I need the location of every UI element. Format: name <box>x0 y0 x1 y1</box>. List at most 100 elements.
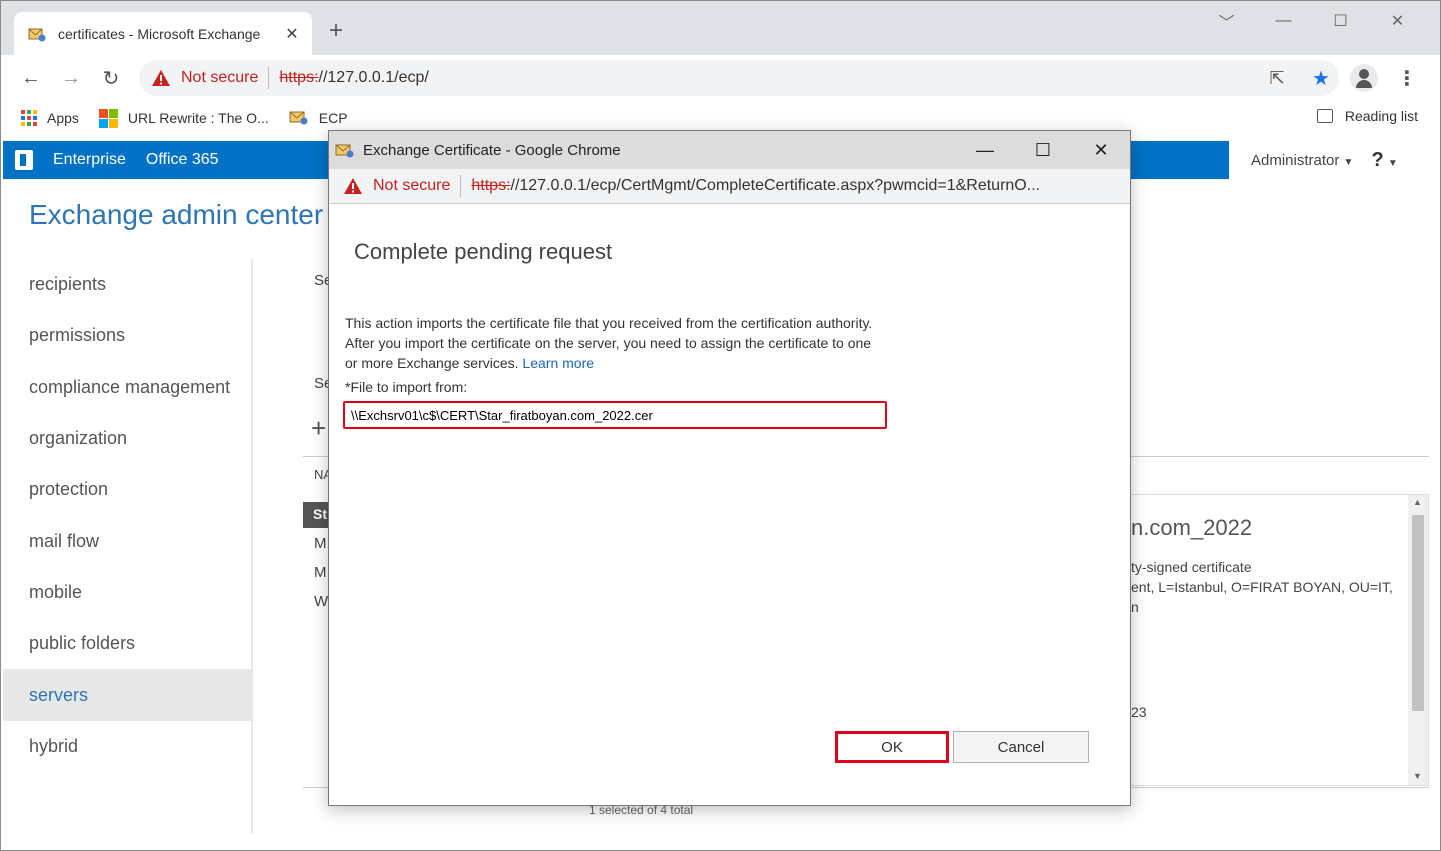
help-button[interactable]: ? ▼ <box>1371 149 1397 172</box>
reading-list-label: Reading list <box>1344 108 1418 124</box>
chevron-down-icon: ▼ <box>1343 157 1354 168</box>
forward-icon[interactable]: → <box>53 60 89 96</box>
selected-row[interactable]: St <box>303 502 329 528</box>
close-window-icon[interactable]: ✕ <box>1369 7 1426 35</box>
share-icon[interactable]: ⇱ <box>1262 63 1292 93</box>
details-scrollbar[interactable]: ▲ ▼ <box>1408 495 1428 785</box>
tab-strip: certificates - Microsoft Exchange ✕ + ﹀ … <box>1 1 1440 55</box>
nav-item-servers[interactable]: servers <box>3 669 253 721</box>
reading-list-icon <box>1316 109 1333 123</box>
bookmark-label: URL Rewrite : The O... <box>127 110 269 126</box>
nav-enterprise[interactable]: Enterprise <box>53 151 126 169</box>
certificate-popup-window: Exchange Certificate - Google Chrome — ☐… <box>328 130 1131 806</box>
detail-line: n <box>1131 599 1139 615</box>
dialog-description: This action imports the certificate file… <box>345 313 885 373</box>
minimize-icon[interactable]: — <box>1255 7 1312 35</box>
detail-line: ent, L=Istanbul, O=FIRAT BOYAN, OU=IT, <box>1131 579 1393 595</box>
nav-item-organization[interactable]: organization <box>3 413 253 464</box>
scroll-up-icon[interactable]: ▲ <box>1413 497 1422 507</box>
details-pane: n.com_2022 ty-signed certificate ent, L=… <box>1131 494 1429 786</box>
not-secure-label[interactable]: Not secure <box>181 69 258 87</box>
list-row-text[interactable]: W <box>314 593 328 610</box>
address-separator <box>460 175 462 197</box>
browser-toolbar: ← → ↻ Not secure https://127.0.0.1/ecp/ … <box>1 55 1440 101</box>
nav-item-public-folders[interactable]: public folders <box>3 618 253 669</box>
detail-line: ty-signed certificate <box>1131 559 1252 575</box>
nav-office365[interactable]: Office 365 <box>146 151 219 169</box>
list-row-text[interactable]: M <box>314 535 327 552</box>
user-menu: Administrator ▼ ? ▼ <box>1251 149 1398 172</box>
nav-item-mail-flow[interactable]: mail flow <box>3 515 253 566</box>
nav-item-protection[interactable]: protection <box>3 464 253 515</box>
page-title: Exchange admin center <box>29 199 324 230</box>
browser-tab[interactable]: certificates - Microsoft Exchange ✕ <box>14 12 312 55</box>
bookmark-apps[interactable]: Apps <box>21 110 79 126</box>
browser-window: certificates - Microsoft Exchange ✕ + ﹀ … <box>0 0 1441 851</box>
bookmark-star-icon[interactable]: ★ <box>1306 63 1336 93</box>
maximize-icon[interactable]: ☐ <box>1312 7 1369 35</box>
user-name: Administrator <box>1251 152 1340 169</box>
microsoft-logo-icon <box>98 108 118 128</box>
nav-item-permissions[interactable]: permissions <box>3 310 253 361</box>
bookmark-label: Apps <box>47 110 79 126</box>
help-icon: ? <box>1371 149 1384 171</box>
file-path-input[interactable] <box>343 401 887 429</box>
address-bar[interactable]: Not secure https://127.0.0.1/ecp/ <box>139 60 1339 96</box>
popup-address-bar[interactable]: Not secure https://127.0.0.1/ecp/CertMgm… <box>329 169 1130 204</box>
file-import-label: *File to import from: <box>345 379 468 395</box>
tab-title: certificates - Microsoft Exchange <box>58 25 261 42</box>
ok-button[interactable]: OK <box>835 731 949 763</box>
scroll-down-icon[interactable]: ▼ <box>1413 771 1422 781</box>
warning-icon <box>343 177 363 195</box>
scroll-thumb[interactable] <box>1412 515 1424 711</box>
dialog-heading: Complete pending request <box>354 239 613 264</box>
popup-window-controls: — ☐ ✕ <box>956 131 1130 169</box>
reading-list-button[interactable]: Reading list <box>1316 108 1418 124</box>
user-menu-button[interactable]: Administrator ▼ <box>1251 152 1353 169</box>
url-scheme: https: <box>471 177 511 194</box>
exchange-favicon-icon <box>335 141 355 159</box>
detail-title: n.com_2022 <box>1131 515 1253 540</box>
popup-title: Exchange Certificate - Google Chrome <box>363 141 621 159</box>
popup-titlebar: Exchange Certificate - Google Chrome — ☐… <box>329 131 1130 169</box>
list-row-text[interactable]: M <box>314 564 327 581</box>
close-icon[interactable]: ✕ <box>1072 131 1130 169</box>
reload-icon[interactable]: ↻ <box>93 60 129 96</box>
left-nav: recipients permissions compliance manage… <box>3 259 253 772</box>
add-icon[interactable]: + <box>311 413 326 444</box>
url-path: //127.0.0.1/ecp/ <box>318 69 429 86</box>
menu-kebab-icon[interactable]: ⋮ <box>1392 63 1422 93</box>
url-scheme: https: <box>279 69 319 86</box>
cancel-button[interactable]: Cancel <box>953 731 1089 763</box>
chevron-down-icon: ▼ <box>1387 158 1398 169</box>
bookmark-label: ECP <box>318 110 348 126</box>
address-separator <box>268 67 270 89</box>
nav-item-hybrid[interactable]: hybrid <box>3 721 253 772</box>
minimize-icon[interactable]: — <box>956 131 1014 169</box>
nav-item-compliance-management[interactable]: compliance management <box>3 362 253 413</box>
nav-divider <box>251 259 253 833</box>
profile-avatar-icon[interactable] <box>1350 64 1378 92</box>
dialog-body: Complete pending request This action imp… <box>329 204 1130 805</box>
bookmark-url-rewrite[interactable]: URL Rewrite : The O... <box>98 108 269 128</box>
back-icon[interactable]: ← <box>13 60 49 96</box>
tab-close-icon[interactable]: ✕ <box>284 24 300 44</box>
office-logo-icon <box>15 150 33 170</box>
not-secure-label[interactable]: Not secure <box>373 177 450 195</box>
learn-more-link[interactable]: Learn more <box>522 355 594 371</box>
bookmark-ecp[interactable]: ECP <box>289 109 348 128</box>
toolbar-actions: ⇱ ★ ⋮ <box>1262 63 1422 93</box>
exchange-favicon-icon <box>289 109 309 128</box>
tab-search-icon[interactable]: ﹀ <box>1198 7 1255 35</box>
detail-line: 23 <box>1131 704 1147 720</box>
window-controls: ﹀ — ☐ ✕ <box>1198 7 1426 35</box>
new-tab-icon[interactable]: + <box>329 19 343 43</box>
description-text: This action imports the certificate file… <box>345 315 873 371</box>
warning-icon <box>151 69 171 87</box>
url-path: //127.0.0.1/ecp/CertMgmt/CompleteCertifi… <box>510 177 1041 194</box>
nav-item-recipients[interactable]: recipients <box>3 259 253 310</box>
maximize-icon[interactable]: ☐ <box>1014 131 1072 169</box>
exchange-favicon-icon <box>28 26 46 42</box>
nav-item-mobile[interactable]: mobile <box>3 567 253 618</box>
row-text: St <box>313 506 327 522</box>
